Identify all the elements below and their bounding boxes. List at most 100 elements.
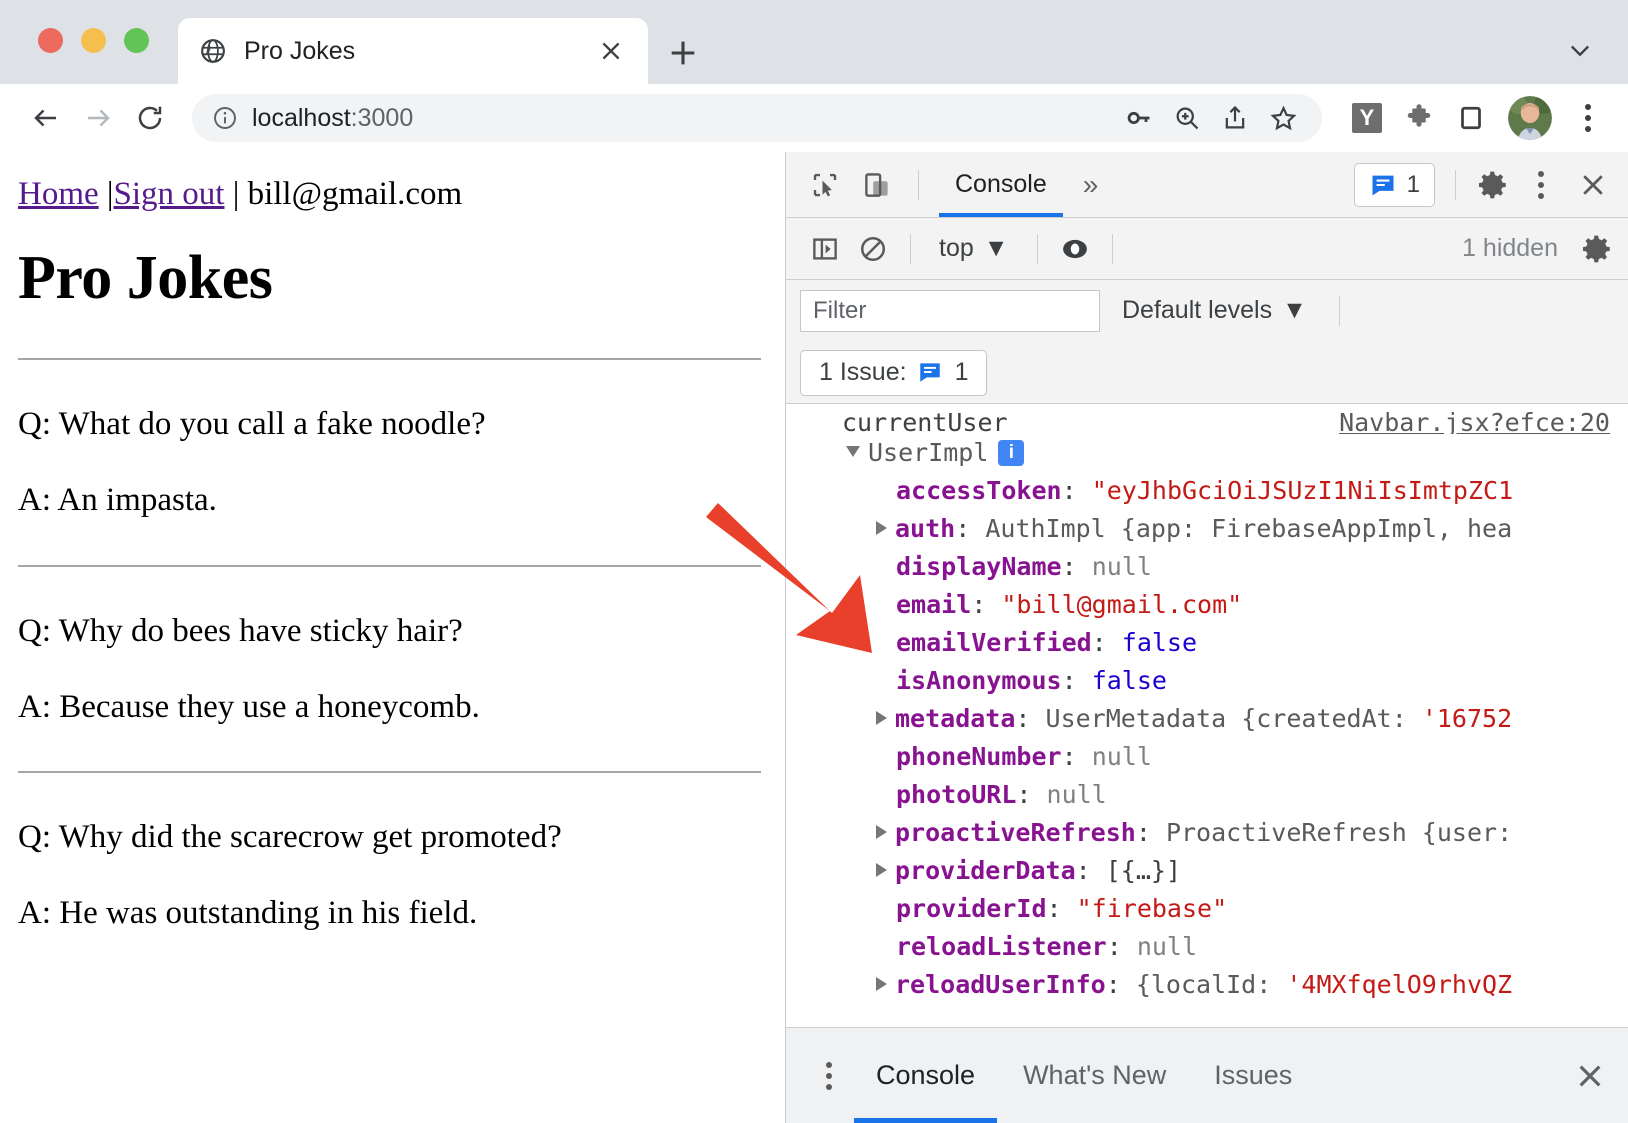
puzzle-extension-icon[interactable] (1404, 103, 1434, 133)
console-sidebar-icon[interactable] (804, 228, 846, 270)
key-icon[interactable] (1124, 103, 1154, 133)
joke-question: Q: Why did the scarecrow get promoted? (18, 819, 562, 856)
joke-answer: A: An impasta. (18, 482, 217, 519)
console-property-row[interactable]: emailVerified: false (786, 624, 1628, 662)
chevron-right-icon[interactable] (876, 977, 887, 991)
close-devtools-icon[interactable] (1572, 164, 1614, 206)
maximize-window-button[interactable] (124, 28, 149, 53)
console-settings-gear-icon[interactable] (1580, 232, 1614, 266)
drawer-tab-issues[interactable]: Issues (1192, 1028, 1314, 1123)
devtools-drawer: Console What's New Issues (786, 1027, 1628, 1123)
console-property-row[interactable]: photoURL: null (786, 776, 1628, 814)
share-icon[interactable] (1220, 103, 1250, 133)
browser-menu-icon[interactable] (1566, 96, 1610, 140)
joke-question: Q: What do you call a fake noodle? (18, 406, 486, 442)
avatar[interactable] (1508, 96, 1552, 140)
chevron-right-icon[interactable] (876, 863, 887, 877)
close-window-button[interactable] (38, 28, 63, 53)
property-separator: : (1016, 780, 1047, 809)
live-expression-icon[interactable] (1054, 228, 1096, 270)
sidebar-icon[interactable] (1456, 103, 1486, 133)
divider (18, 771, 761, 774)
chevron-right-icon[interactable] (876, 825, 887, 839)
console-property-row[interactable]: metadata: UserMetadata {createdAt: '1675… (786, 700, 1628, 738)
property-name: displayName (896, 552, 1062, 581)
property-value: ProactiveRefresh {user: (1165, 818, 1513, 847)
console-property-row[interactable]: reloadUserInfo: {localId: '4MXfqelO9rhvQ… (786, 966, 1628, 1004)
minimize-window-button[interactable] (81, 28, 106, 53)
object-root-row[interactable]: UserImpl i (786, 434, 1628, 472)
property-name: accessToken (896, 476, 1062, 505)
console-property-row[interactable]: providerData: [{…}] (786, 852, 1628, 890)
browser-tab-pro-jokes[interactable]: Pro Jokes (178, 18, 648, 84)
joke-question: Q: Why do bees have sticky hair? (18, 612, 463, 649)
issue-count: 1 (1406, 170, 1420, 198)
console-log-header[interactable]: currentUser Navbar.jsx?efce:20 (786, 404, 1628, 434)
console-property-row[interactable]: displayName: null (786, 548, 1628, 586)
drawer-tab-console[interactable]: Console (854, 1028, 998, 1123)
property-name: metadata (895, 704, 1016, 733)
property-separator: : (1046, 894, 1077, 923)
chevron-down-icon[interactable] (846, 446, 860, 457)
message-icon (917, 359, 945, 387)
tab-console[interactable]: Console (939, 152, 1063, 217)
log-levels-selector[interactable]: Default levels ▼ (1114, 296, 1315, 325)
y-extension-icon[interactable]: Y (1352, 103, 1382, 133)
console-property-row[interactable]: reloadListener: null (786, 928, 1628, 966)
sign-out-link[interactable]: Sign out (114, 176, 225, 212)
console-property-row[interactable]: proactiveRefresh: ProactiveRefresh {user… (786, 814, 1628, 852)
console-property-row[interactable]: email: "bill@gmail.com" (786, 586, 1628, 624)
user-email: bill@gmail.com (247, 176, 463, 212)
property-name: phoneNumber (896, 742, 1062, 771)
devtools-header: Console » 1 (786, 152, 1628, 218)
issues-badge-button[interactable]: 1 (1353, 162, 1435, 207)
close-icon[interactable] (594, 34, 628, 68)
console-property-row[interactable]: auth: AuthImpl {app: FirebaseAppImpl, he… (786, 510, 1628, 548)
console-property-row[interactable]: providerId: "firebase" (786, 890, 1628, 928)
property-separator: : (1061, 742, 1092, 771)
devtools-menu-icon[interactable] (1520, 164, 1562, 206)
close-drawer-icon[interactable] (1566, 1052, 1614, 1100)
device-toolbar-icon[interactable] (856, 164, 898, 206)
reload-button[interactable] (126, 94, 174, 142)
forward-button[interactable] (74, 94, 122, 142)
property-value: false (1121, 628, 1198, 657)
inspect-cursor-icon[interactable] (804, 164, 846, 206)
object-properties: accessToken: "eyJhbGciOiJSUzI1NiIsImtpZC… (786, 472, 1628, 1004)
home-link[interactable]: Home (18, 176, 99, 212)
address-bar[interactable]: localhost:3000 (192, 94, 1322, 142)
chevron-right-icon[interactable] (876, 521, 887, 535)
property-separator: : (1061, 552, 1092, 581)
site-info-icon[interactable] (212, 105, 238, 131)
back-button[interactable] (22, 94, 70, 142)
property-name: proactiveRefresh (895, 818, 1136, 847)
console-output[interactable]: currentUser Navbar.jsx?efce:20 UserImpl i… (786, 404, 1628, 1027)
browser-toolbar: localhost:3000 Y (0, 84, 1628, 152)
issues-summary-button[interactable]: 1 Issue: 1 (800, 349, 988, 396)
console-property-row[interactable]: isAnonymous: false (786, 662, 1628, 700)
property-value: UserMetadata {createdAt: '16752 (1045, 704, 1513, 733)
chevron-right-icon[interactable] (876, 711, 887, 725)
chevron-down-icon[interactable] (1560, 30, 1600, 70)
property-name: providerData (895, 856, 1076, 885)
more-tabs-icon[interactable]: » (1073, 169, 1109, 201)
property-value: null (1046, 780, 1107, 809)
new-tab-button[interactable] (660, 30, 706, 76)
drawer-menu-icon[interactable] (808, 1055, 850, 1097)
bookmark-star-icon[interactable] (1268, 103, 1298, 133)
gear-icon[interactable] (1476, 168, 1510, 202)
source-link[interactable]: Navbar.jsx?efce:20 (1339, 404, 1610, 434)
console-property-row[interactable]: phoneNumber: null (786, 738, 1628, 776)
zoom-icon[interactable] (1172, 103, 1202, 133)
window-traffic-lights (38, 28, 149, 53)
clear-console-icon[interactable] (852, 228, 894, 270)
issues-bar: 1 Issue: 1 (786, 342, 1628, 404)
console-property-row[interactable]: accessToken: "eyJhbGciOiJSUzI1NiIsImtpZC… (786, 472, 1628, 510)
drawer-tab-whats-new[interactable]: What's New (1001, 1028, 1188, 1123)
nav-pipe-2: | (224, 176, 248, 212)
filter-input[interactable] (800, 289, 1100, 332)
issues-label: 1 Issue: (819, 358, 907, 386)
info-icon[interactable]: i (998, 440, 1025, 466)
console-filter-bar: Default levels ▼ (786, 280, 1628, 342)
context-selector[interactable]: top ▼ (927, 234, 1021, 263)
